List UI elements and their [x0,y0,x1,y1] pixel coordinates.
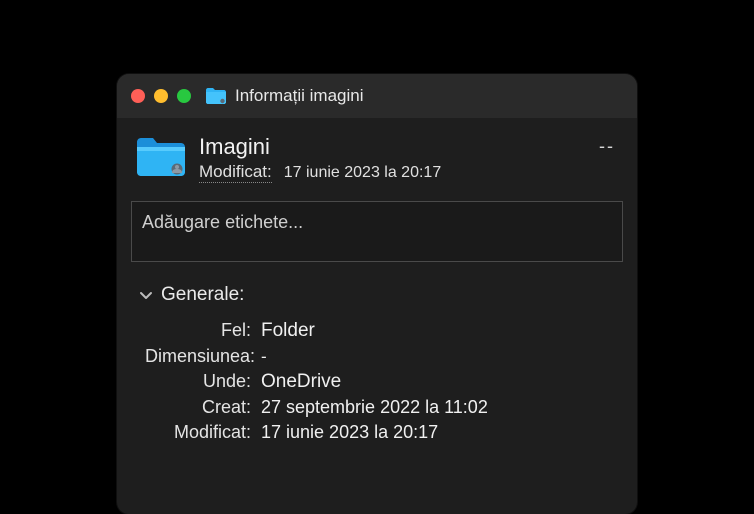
close-icon[interactable] [131,89,145,103]
kind-label: Fel: [145,320,261,341]
where-label: Unde: [145,371,261,392]
modified-value: 17 iunie 2023 la 20:17 [284,164,441,182]
kind-value: Folder [261,320,315,342]
folder-icon [205,87,227,105]
created-label: Creat: [145,397,261,418]
minimize-icon[interactable] [154,89,168,103]
size-label: Dimensiunea: [145,346,261,367]
traffic-lights [131,89,191,103]
where-value: OneDrive [261,371,341,393]
modified-value-2: 17 iunie 2023 la 20:17 [261,422,438,443]
window-content: Imagini Modificat: 17 iunie 2023 la 20:1… [117,118,637,443]
modified-label-2: Modificat: [145,422,261,443]
size-value: - [261,347,267,367]
item-name: Imagini [199,134,623,160]
info-window: Informații imagini Imagini Modificat: 17… [117,74,637,514]
item-header: Imagini Modificat: 17 iunie 2023 la 20:1… [131,118,623,195]
tags-input[interactable]: Adăugare etichete... [131,201,623,262]
created-value: 27 septembrie 2022 la 11:02 [261,397,488,418]
section-general-toggle[interactable]: Generale: [131,280,623,316]
section-general-title: Generale: [161,284,244,306]
general-details: Fel: Folder Dimensiunea: - Unde: OneDriv… [131,320,623,443]
modified-label: Modificat: [199,162,272,183]
window-title: Informații imagini [235,86,364,106]
folder-icon [135,136,187,183]
chevron-down-icon [139,288,153,302]
zoom-icon[interactable] [177,89,191,103]
titlebar[interactable]: Informații imagini [117,74,637,118]
size-summary: -- [599,136,615,157]
